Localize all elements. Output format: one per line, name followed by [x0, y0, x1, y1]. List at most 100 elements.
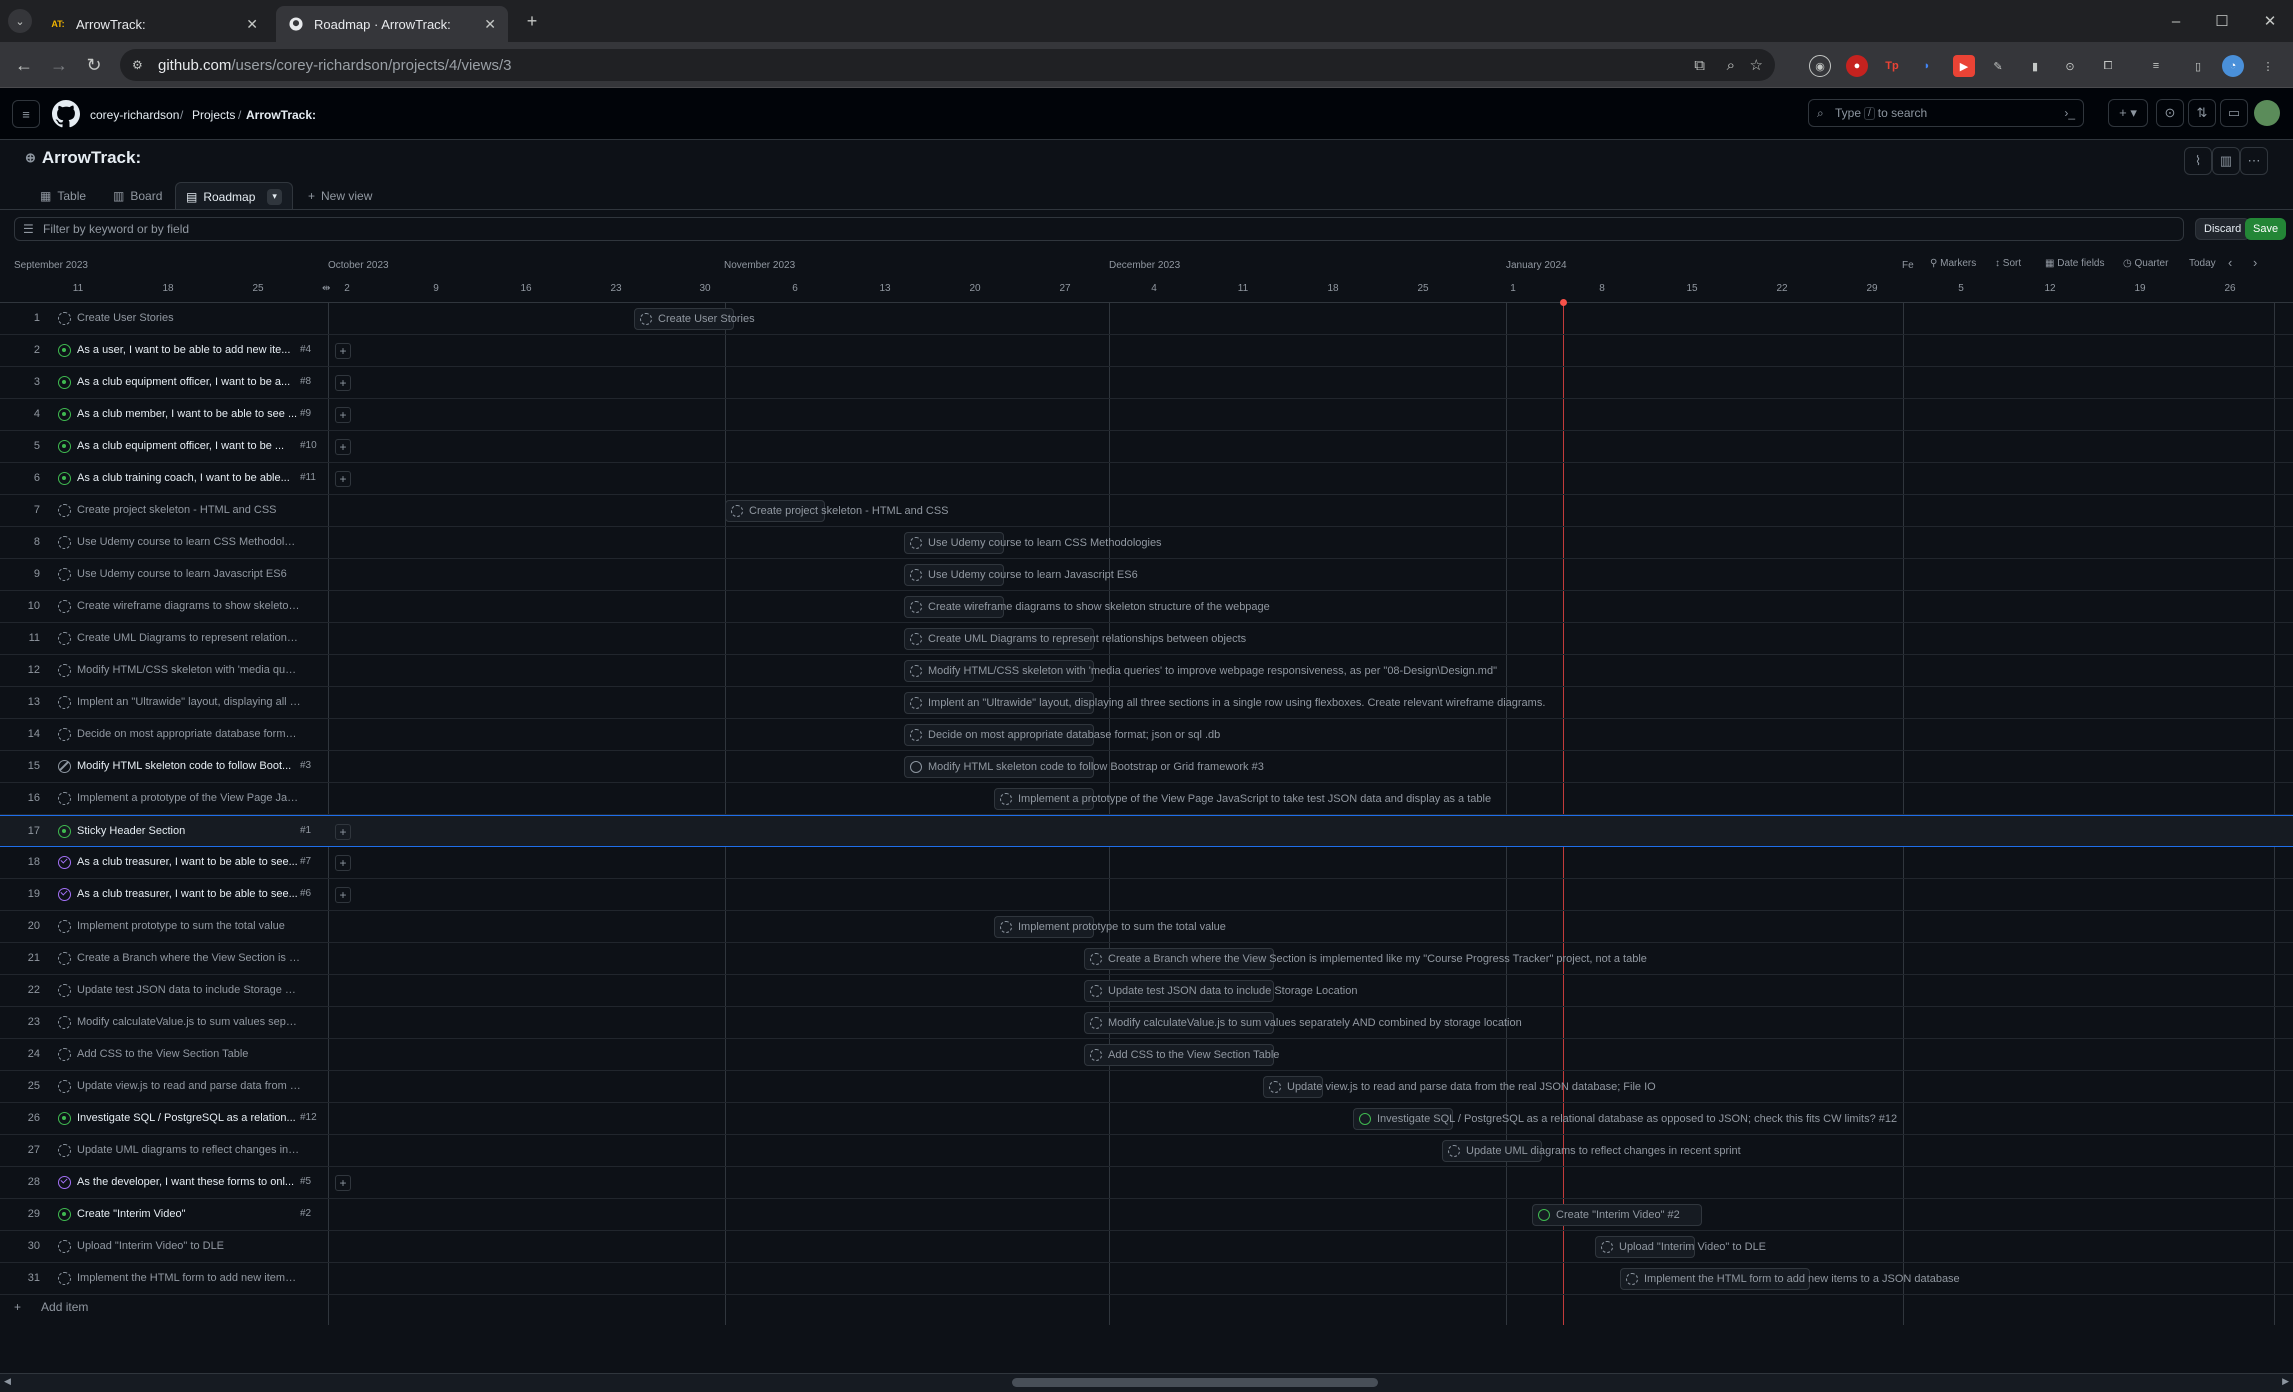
sort-button[interactable]: ↕ Sort [1995, 258, 2021, 269]
roadmap-row[interactable]: 6 As a club training coach, I want to be … [0, 463, 2293, 495]
scroll-left-icon[interactable]: ◀ [4, 1376, 11, 1387]
issues-icon[interactable]: ⊙ [2156, 99, 2184, 127]
close-tab-icon[interactable]: ✕ [246, 16, 258, 33]
user-avatar[interactable] [2254, 100, 2280, 126]
breadcrumb-projects[interactable]: Projects [192, 108, 235, 122]
roadmap-row[interactable]: 29 Create "Interim Video" #2 Create "Interi… [0, 1199, 2293, 1231]
extension-icon[interactable]: ◗ [1916, 55, 1938, 77]
reload-icon[interactable]: ↻ [82, 53, 106, 77]
row-title[interactable]: As a club treasurer, I want to be able t… [77, 856, 301, 868]
timeline-bar[interactable]: Create "Interim Video" #2 [1532, 1204, 1702, 1226]
timeline-bar[interactable]: Create wireframe diagrams to show skelet… [904, 596, 1270, 618]
timeline-bar[interactable]: Create a Branch where the View Section i… [1084, 948, 1647, 970]
next-icon[interactable]: › [2253, 255, 2257, 270]
hamburger-menu-icon[interactable]: ≡ [12, 100, 40, 128]
insights-icon[interactable]: ⌇ [2184, 147, 2212, 175]
row-title[interactable]: Create User Stories [77, 312, 301, 324]
new-view-button[interactable]: + New view [298, 182, 382, 210]
timeline-bar[interactable]: Implement a prototype of the View Page J… [994, 788, 1491, 810]
zoom-button[interactable]: ◷ Quarter [2123, 258, 2168, 269]
row-title[interactable]: Create wireframe diagrams to show skelet… [77, 600, 301, 612]
more-options-icon[interactable]: ⋯ [2240, 147, 2268, 175]
side-layout-icon[interactable]: ▥ [2212, 147, 2240, 175]
row-title[interactable]: Sticky Header Section [77, 825, 301, 837]
tab-search-icon[interactable]: ⌄ [8, 9, 32, 33]
row-title[interactable]: Implement the HTML form to add new items… [77, 1272, 301, 1284]
search-input[interactable]: ⌕ Type / to search ›_ [1808, 99, 2084, 127]
row-title[interactable]: As a club member, I want to be able to s… [77, 408, 301, 420]
roadmap-row[interactable]: 16 Implement a prototype of the View Page… [0, 783, 2293, 815]
markers-button[interactable]: ⚲ Markers [1930, 258, 1976, 269]
timeline-bar[interactable]: Investigate SQL / PostgreSQL as a relati… [1353, 1108, 1897, 1130]
roadmap-row[interactable]: 19 As a club treasurer, I want to be able… [0, 879, 2293, 911]
today-button[interactable]: Today [2189, 258, 2216, 269]
row-title[interactable]: As a club equipment officer, I want to b… [77, 440, 301, 452]
add-date-icon[interactable]: + [335, 471, 351, 487]
row-title[interactable]: As a user, I want to be able to add new … [77, 344, 301, 356]
roadmap-row[interactable]: 26 Investigate SQL / PostgreSQL as a rela… [0, 1103, 2293, 1135]
roadmap-row[interactable]: 31 Implement the HTML form to add new ite… [0, 1263, 2293, 1295]
roadmap-row[interactable]: 25 Update view.js to read and parse data … [0, 1071, 2293, 1103]
side-panel-icon[interactable]: ▯ [2187, 55, 2209, 77]
extension-icon[interactable]: ◉ [1809, 55, 1831, 77]
extension-icon[interactable]: ▮ [2024, 55, 2046, 77]
scroll-right-icon[interactable]: ▶ [2282, 1376, 2289, 1387]
roadmap-row[interactable]: 21 Create a Branch where the View Section… [0, 943, 2293, 975]
roadmap-row[interactable]: 1 Create User Stories Create User Stories [0, 303, 2293, 335]
row-title[interactable]: Update view.js to read and parse data fr… [77, 1080, 301, 1092]
previous-icon[interactable]: ‹ [2228, 255, 2232, 270]
open-in-app-icon[interactable]: ⧉ [1694, 57, 1705, 74]
row-title[interactable]: Update UML diagrams to reflect changes i… [77, 1144, 301, 1156]
forward-icon[interactable]: → [47, 53, 71, 77]
roadmap-row[interactable]: 2 As a user, I want to be able to add new… [0, 335, 2293, 367]
roadmap-row[interactable]: 28 As the developer, I want these forms t… [0, 1167, 2293, 1199]
row-title[interactable]: Decide on most appropriate database form… [77, 728, 301, 740]
add-date-icon[interactable]: + [335, 1175, 351, 1191]
media-icon[interactable]: ≡ [2145, 55, 2167, 77]
roadmap-row[interactable]: 10 Create wireframe diagrams to show skel… [0, 591, 2293, 623]
extension-icon[interactable]: ⊙ [2059, 55, 2081, 77]
roadmap-row[interactable]: 12 Modify HTML/CSS skeleton with 'media q… [0, 655, 2293, 687]
minimize-icon[interactable]: – [2153, 0, 2199, 42]
row-title[interactable]: Modify HTML skeleton code to follow Boot… [77, 760, 301, 772]
filter-input[interactable]: ☰ Filter by keyword or by field [14, 217, 2184, 241]
discard-button[interactable]: Discard [2195, 218, 2251, 240]
row-title[interactable]: Create project skeleton - HTML and CSS [77, 504, 301, 516]
row-title[interactable]: Modify calculateValue.js to sum values s… [77, 1016, 301, 1028]
timeline-bar[interactable]: Use Udemy course to learn Javascript ES6 [904, 564, 1138, 586]
scrollbar-thumb[interactable] [1012, 1378, 1378, 1387]
back-icon[interactable]: ← [12, 53, 36, 77]
timeline-bar[interactable]: Update test JSON data to include Storage… [1084, 980, 1358, 1002]
roadmap-row[interactable]: 13 Implent an "Ultrawide" layout, display… [0, 687, 2293, 719]
row-title[interactable]: Implement prototype to sum the total val… [77, 920, 301, 932]
panel-resize-handle-icon[interactable]: ⇹ [322, 283, 330, 294]
roadmap-row[interactable]: 23 Modify calculateValue.js to sum values… [0, 1007, 2293, 1039]
timeline-bar[interactable]: Update UML diagrams to reflect changes i… [1442, 1140, 1741, 1162]
close-tab-icon[interactable]: ✕ [484, 16, 496, 33]
save-button[interactable]: Save [2245, 218, 2287, 240]
add-date-icon[interactable]: + [335, 855, 351, 871]
timeline-bar[interactable]: Modify HTML/CSS skeleton with 'media que… [904, 660, 1497, 682]
github-logo-icon[interactable] [52, 100, 80, 131]
timeline-bar[interactable]: Implement prototype to sum the total val… [994, 916, 1226, 938]
extensions-puzzle-icon[interactable]: ⧠ [2097, 55, 2119, 77]
pull-requests-icon[interactable]: ⇅ [2188, 99, 2216, 127]
roadmap-row[interactable]: 7 Create project skeleton - HTML and CSS C… [0, 495, 2293, 527]
row-title[interactable]: As the developer, I want these forms to … [77, 1176, 301, 1188]
row-title[interactable]: Investigate SQL / PostgreSQL as a relati… [77, 1112, 301, 1124]
roadmap-row[interactable]: 5 As a club equipment officer, I want to … [0, 431, 2293, 463]
extension-icon[interactable]: ▶ [1953, 55, 1975, 77]
roadmap-row[interactable]: 17 Sticky Header Section #1 + [0, 815, 2293, 847]
row-title[interactable]: Add CSS to the View Section Table [77, 1048, 301, 1060]
view-options-icon[interactable]: ▾ [267, 188, 282, 205]
add-item-button[interactable]: + Add item [14, 1300, 88, 1314]
row-title[interactable]: Use Udemy course to learn CSS Methodolog… [77, 536, 301, 548]
timeline-bar[interactable]: Create project skeleton - HTML and CSS [725, 500, 949, 522]
maximize-icon[interactable]: ☐ [2199, 0, 2245, 42]
roadmap-row[interactable]: 22 Update test JSON data to include Stora… [0, 975, 2293, 1007]
roadmap-row[interactable]: 4 As a club member, I want to be able to … [0, 399, 2293, 431]
timeline-bar[interactable]: Modify calculateValue.js to sum values s… [1084, 1012, 1522, 1034]
row-title[interactable]: Create a Branch where the View Section i… [77, 952, 301, 964]
row-title[interactable]: Update test JSON data to include Storage… [77, 984, 301, 996]
timeline-bar[interactable]: Implent an "Ultrawide" layout, displayin… [904, 692, 1545, 714]
